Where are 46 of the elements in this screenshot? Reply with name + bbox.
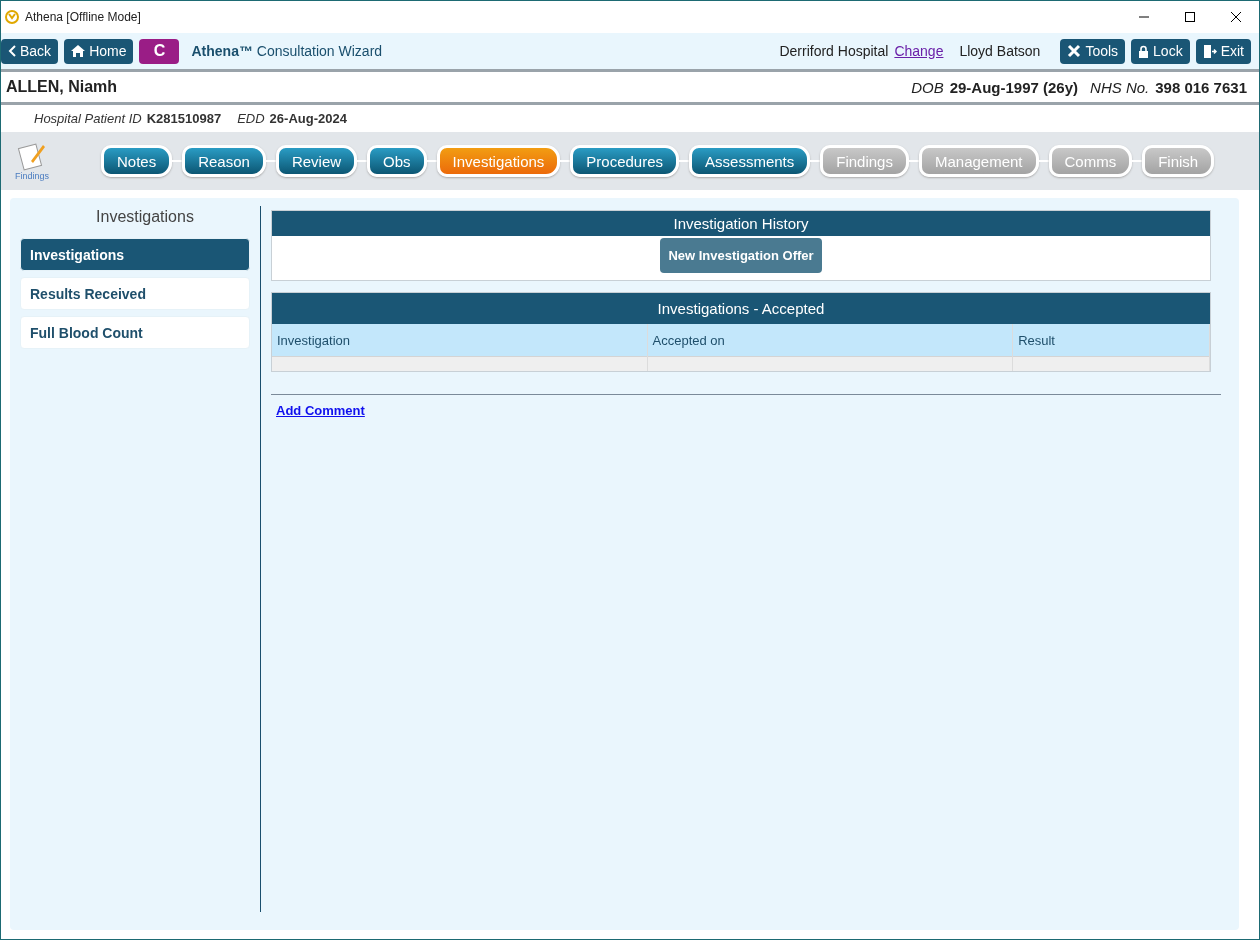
wizard-step-tab[interactable]: Review	[275, 145, 358, 177]
sidebar-item[interactable]: Investigations	[20, 238, 250, 271]
panel-header: Investigation History	[272, 211, 1210, 236]
notepad-pencil-icon[interactable]	[17, 141, 47, 171]
column-header: Accepted on	[647, 324, 1013, 357]
chevron-left-icon	[8, 45, 16, 57]
lock-icon	[1138, 44, 1150, 58]
nhs-label: NHS No.	[1090, 78, 1150, 96]
edd-label: EDD	[237, 111, 265, 126]
findings-shortcut-label[interactable]: Findings	[15, 171, 49, 181]
add-comment-link[interactable]: Add Comment	[276, 403, 365, 418]
tools-icon	[1067, 44, 1082, 58]
dob-value: 29-Aug-1997 (26y)	[949, 78, 1079, 96]
wizard-step-tab[interactable]: Notes	[101, 145, 173, 177]
sidebar-item[interactable]: Full Blood Count	[20, 316, 250, 349]
wizard-step-tab[interactable]: Obs	[367, 145, 427, 177]
exit-door-icon	[1202, 44, 1217, 58]
column-header: Result	[1012, 324, 1210, 357]
dob-label: DOB	[911, 78, 944, 96]
wizard-step-tab[interactable]: Reason	[182, 145, 266, 177]
hospital-id-value: K281510987	[146, 111, 222, 126]
sidebar-item[interactable]: Results Received	[20, 277, 250, 310]
nhs-value: 398 016 7631	[1155, 78, 1247, 96]
wizard-step-tab[interactable]: Investigations	[436, 145, 561, 177]
exit-button[interactable]: Exit	[1195, 38, 1251, 64]
hospital-id-label: Hospital Patient ID	[34, 111, 142, 126]
location-text: Derriford Hospital	[779, 43, 889, 59]
app-title: Athena™ Consultation Wizard	[191, 43, 383, 59]
consultation-badge: C	[139, 38, 180, 64]
change-link[interactable]: Change	[894, 43, 944, 59]
window-title: Athena [Offline Mode]	[25, 10, 142, 24]
panel-header: Investigations - Accepted	[272, 293, 1210, 324]
column-header: Investigation	[272, 324, 647, 357]
new-investigation-offer-button[interactable]: New Investigation Offer	[660, 238, 822, 273]
patient-name: ALLEN, Niamh	[6, 78, 119, 96]
home-icon	[71, 45, 86, 57]
app-logo-icon	[5, 10, 19, 24]
back-button[interactable]: Back	[1, 38, 59, 64]
edd-value: 26-Aug-2024	[269, 111, 347, 126]
lock-button[interactable]: Lock	[1131, 38, 1190, 64]
user-name: Lloyd Batson	[959, 43, 1041, 59]
sidebar-title: Investigations	[95, 207, 195, 227]
wizard-step-tab[interactable]: Procedures	[570, 145, 680, 177]
home-button[interactable]: Home	[64, 38, 134, 64]
tools-button[interactable]: Tools	[1060, 38, 1126, 64]
wizard-step-tab[interactable]: Assessments	[689, 145, 811, 177]
